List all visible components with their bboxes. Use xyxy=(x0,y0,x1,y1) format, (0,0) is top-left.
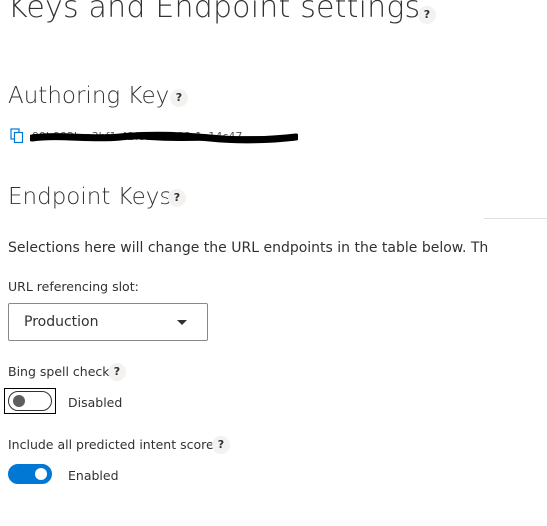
redaction-scribble xyxy=(30,131,298,144)
intent-scores-help-icon[interactable]: ? xyxy=(212,436,230,454)
authoring-key-help-icon[interactable]: ? xyxy=(170,89,188,107)
endpoint-description: Selections here will change the URL endp… xyxy=(8,240,488,256)
slot-dropdown[interactable]: Production xyxy=(8,303,208,341)
page-title: Keys and Endpoint settings xyxy=(8,0,420,25)
endpoint-keys-help-icon[interactable]: ? xyxy=(168,189,186,207)
toggle-knob xyxy=(35,468,47,480)
spell-check-toggle[interactable] xyxy=(8,391,52,411)
slot-dropdown-value: Production xyxy=(24,314,99,330)
spell-check-label: Bing spell check xyxy=(8,364,110,379)
authoring-key-value: 99b992b-a3bf1-42f8999-b92-1c14c47 xyxy=(30,129,298,145)
intent-scores-state: Enabled xyxy=(68,468,119,483)
intent-scores-label: Include all predicted intent scores xyxy=(8,437,221,452)
chevron-down-icon xyxy=(177,320,187,325)
spell-check-help-icon[interactable]: ? xyxy=(108,363,126,381)
divider xyxy=(484,218,547,219)
slot-label: URL referencing slot: xyxy=(8,279,139,294)
spell-check-state: Disabled xyxy=(68,395,123,410)
page-help-icon[interactable]: ? xyxy=(418,6,436,24)
authoring-key-heading: Authoring Key xyxy=(8,83,170,109)
page-title-text: Keys and Endpoint settings xyxy=(8,0,421,25)
endpoint-keys-heading: Endpoint Keys xyxy=(8,184,172,210)
copy-icon[interactable] xyxy=(10,128,24,144)
intent-scores-toggle[interactable] xyxy=(8,464,52,484)
toggle-knob xyxy=(13,395,25,407)
